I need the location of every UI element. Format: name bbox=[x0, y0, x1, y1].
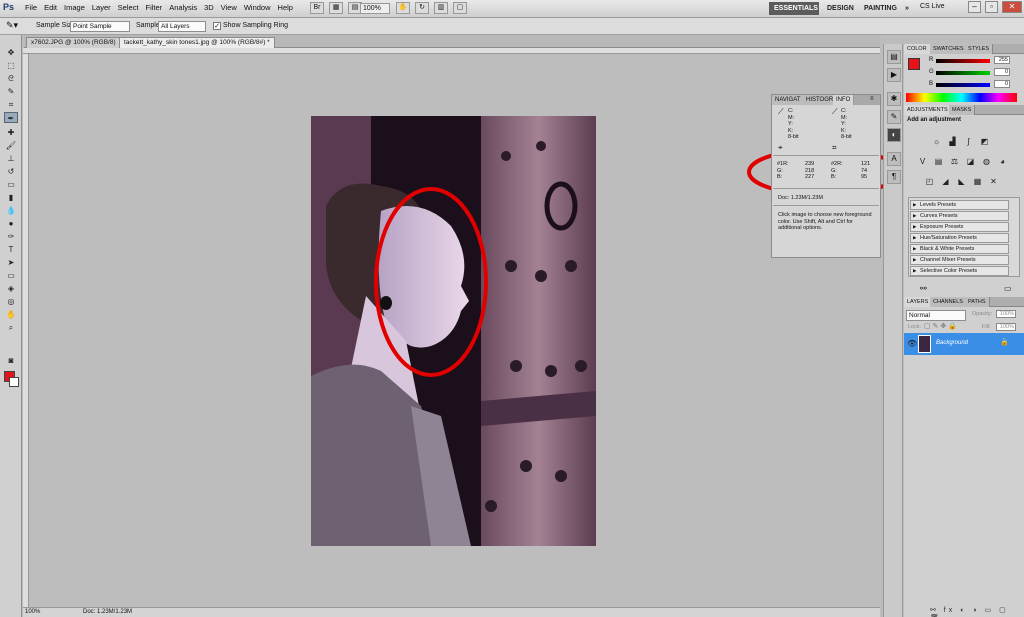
panel-dock-strip: ▤ ▶ ✱ ✎ ◐ A ¶ bbox=[883, 44, 903, 617]
adjustments-title: Add an adjustment bbox=[907, 117, 962, 123]
layer-thumbnail bbox=[918, 335, 931, 353]
size-icon: ⌗ bbox=[832, 143, 837, 152]
layer-bottom-icons[interactable]: ⚯ fx ◐ ◑ ▭ ▢ 🗑 bbox=[930, 606, 1024, 617]
sampler-2-labels: #2R: G: B: bbox=[831, 161, 843, 180]
color-fg-swatch[interactable] bbox=[908, 58, 920, 70]
gradient-map-icon[interactable]: ▦ bbox=[971, 176, 984, 188]
layer-visibility-eye-icon[interactable]: 👁 bbox=[907, 339, 917, 348]
adjustments-panel-tabs: ADJUSTMENTS MASKS bbox=[904, 105, 1024, 115]
eyedropper-icon-2: ⟋ bbox=[832, 107, 838, 116]
history-panel-icon[interactable]: ▤ bbox=[887, 50, 901, 64]
selective-color-icon[interactable]: ✕ bbox=[987, 176, 1000, 188]
tab-channels[interactable]: CHANNELS bbox=[930, 297, 967, 307]
status-doc-size: Doc: 1.23M/1.23M bbox=[83, 609, 133, 615]
red-slider[interactable] bbox=[936, 59, 990, 63]
adjustment-icons-row-3: ◰ ◢ ◣ ▦ ✕ bbox=[923, 176, 1000, 188]
blue-slider[interactable] bbox=[936, 83, 990, 87]
info-help-text: Click image to choose new foreground col… bbox=[778, 212, 872, 231]
color-spectrum-bar[interactable] bbox=[906, 93, 1017, 102]
sampler-2-values: 121 74 95 bbox=[861, 161, 871, 180]
preset-black-white[interactable]: Black & White Presets bbox=[910, 244, 1009, 254]
tab-masks[interactable]: MASKS bbox=[949, 105, 976, 115]
green-slider[interactable] bbox=[936, 71, 990, 75]
hue-saturation-icon[interactable]: ▤ bbox=[932, 156, 945, 168]
adjustment-delete-icon[interactable]: ▭ bbox=[1004, 284, 1012, 293]
preset-hue-saturation[interactable]: Hue/Saturation Presets bbox=[910, 233, 1009, 243]
preset-exposure[interactable]: Exposure Presets bbox=[910, 222, 1009, 232]
green-value-field[interactable]: 0 bbox=[994, 68, 1010, 76]
layers-panel-tabs: LAYERS CHANNELS PATHS bbox=[904, 297, 1024, 307]
selection-icon: ⌖ bbox=[778, 143, 783, 152]
layer-lock-icon: 🔒 bbox=[1000, 339, 1009, 346]
tab-paths[interactable]: PATHS bbox=[965, 297, 990, 307]
color-g-label: G bbox=[929, 69, 934, 75]
blue-value-field[interactable]: 0 bbox=[994, 80, 1010, 88]
preset-selective-color[interactable]: Selective Color Presets bbox=[910, 266, 1009, 276]
face-highlight-ellipse bbox=[374, 187, 488, 377]
adjustment-icons-row-1: ☼ ▟ ∫ ◩ bbox=[930, 136, 991, 148]
annotation-layer bbox=[374, 147, 901, 377]
opacity-label: Opacity: bbox=[972, 311, 993, 317]
threshold-icon[interactable]: ◣ bbox=[955, 176, 968, 188]
adjustment-icons-row-2: V ▤ ⚖ ◪ ◍ ◕ bbox=[916, 156, 1009, 168]
brush-panel-icon[interactable]: ✎ bbox=[887, 110, 901, 124]
eyedropper-icon: ⟋ bbox=[778, 107, 784, 116]
layer-name: Background bbox=[936, 340, 969, 346]
info-doc-size: Doc: 1.23M/1.23M bbox=[778, 195, 823, 201]
lock-label: Lock: bbox=[908, 324, 922, 330]
color-b-label: B bbox=[929, 81, 934, 87]
info-cmyk-left: C: M: Y: K: 8-bit bbox=[788, 108, 799, 140]
tab-navigator[interactable]: NAVIGAT bbox=[772, 95, 805, 105]
clip-to-layer-icon[interactable]: ⚯ bbox=[920, 284, 927, 293]
paragraph-panel-icon[interactable]: ¶ bbox=[887, 170, 901, 184]
color-balance-icon[interactable]: ⚖ bbox=[948, 156, 961, 168]
red-value-field[interactable]: 255 bbox=[994, 56, 1010, 64]
blend-mode-select[interactable]: Normal bbox=[906, 310, 966, 321]
info-cmyk-right: C: M: Y: K: 8-bit bbox=[841, 108, 852, 140]
sampler-1-values: 239 218 227 bbox=[805, 161, 815, 180]
vibrance-icon[interactable]: V bbox=[916, 156, 929, 168]
preset-curves[interactable]: Curves Presets bbox=[910, 211, 1009, 221]
status-zoom[interactable]: 100% bbox=[25, 608, 40, 617]
lock-icons[interactable]: ▢ ✎ ✥ 🔒 bbox=[924, 322, 957, 330]
fill-label: Fill: bbox=[982, 324, 991, 330]
color-r-label: R bbox=[929, 57, 934, 63]
tab-info[interactable]: INFO bbox=[833, 95, 855, 105]
preset-levels[interactable]: Levels Presets bbox=[910, 200, 1009, 210]
levels-icon[interactable]: ▟ bbox=[946, 136, 959, 148]
channel-mixer-icon[interactable]: ◕ bbox=[996, 156, 1009, 168]
sampler-1-labels: #1R: G: B: bbox=[777, 161, 789, 180]
3d-panel-icon[interactable]: ✱ bbox=[887, 92, 901, 106]
color-panel-tabs: COLOR SWATCHES STYLES bbox=[904, 44, 1024, 54]
tab-adjustments[interactable]: ADJUSTMENTS bbox=[904, 105, 952, 115]
posterize-icon[interactable]: ◢ bbox=[939, 176, 952, 188]
preset-channel-mixer[interactable]: Channel Mixer Presets bbox=[910, 255, 1009, 265]
opacity-field[interactable]: 100% bbox=[996, 310, 1016, 318]
black-white-icon[interactable]: ◪ bbox=[964, 156, 977, 168]
photo-filter-icon[interactable]: ◍ bbox=[980, 156, 993, 168]
status-bar: 100% Doc: 1.23M/1.23M bbox=[23, 607, 880, 617]
fill-field[interactable]: 100% bbox=[996, 323, 1016, 331]
exposure-icon[interactable]: ◩ bbox=[978, 136, 991, 148]
actions-panel-icon[interactable]: ▶ bbox=[887, 68, 901, 82]
character-panel-icon[interactable]: A bbox=[887, 152, 901, 166]
tab-color[interactable]: COLOR bbox=[904, 44, 931, 54]
layer-row-background[interactable]: 👁 Background 🔒 bbox=[904, 333, 1024, 355]
invert-icon[interactable]: ◰ bbox=[923, 176, 936, 188]
curves-icon[interactable]: ∫ bbox=[962, 136, 975, 148]
clone-source-icon[interactable]: ◐ bbox=[887, 128, 901, 142]
panel-menu-icon[interactable]: ≡ bbox=[870, 96, 874, 102]
brightness-icon[interactable]: ☼ bbox=[930, 136, 943, 148]
tab-styles[interactable]: STYLES bbox=[965, 44, 994, 54]
info-panel: NAVIGAT HISTOGR INFO ≡ ⟋ C: M: Y: K: 8-b… bbox=[771, 94, 881, 258]
tab-swatches[interactable]: SWATCHES bbox=[930, 44, 968, 54]
right-panels: COLOR SWATCHES STYLES R 255 G 0 B 0 ADJU… bbox=[904, 44, 1024, 617]
tab-layers[interactable]: LAYERS bbox=[904, 297, 933, 307]
